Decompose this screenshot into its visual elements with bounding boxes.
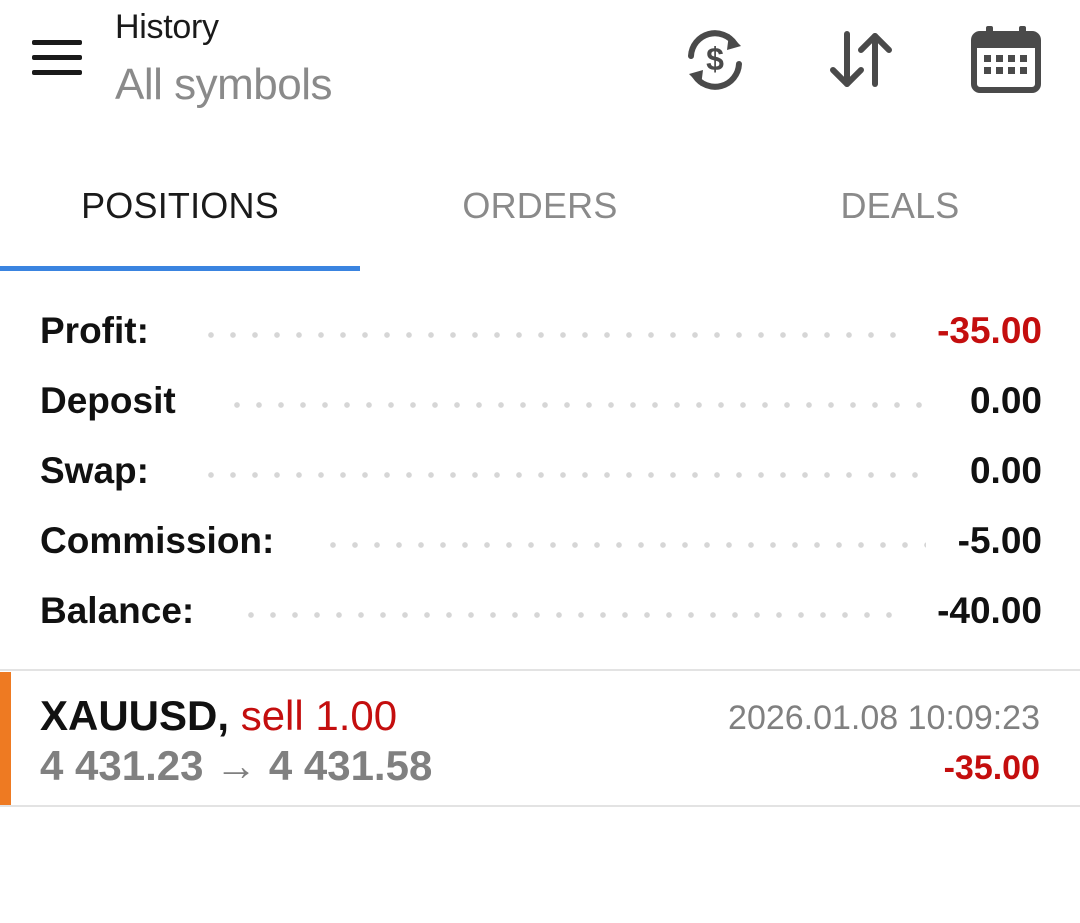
dotted-leader — [322, 541, 926, 549]
currency-exchange-icon[interactable]: $ — [677, 22, 753, 98]
page-title: History — [115, 8, 219, 46]
summary-label: Deposit — [40, 371, 182, 431]
dotted-leader — [200, 331, 902, 339]
position-side: sell 1.00 — [240, 692, 398, 739]
summary-row-commission: Commission: -5.00 — [40, 511, 1042, 571]
dotted-leader — [240, 611, 902, 619]
summary-row-profit: Profit: -35.00 — [40, 301, 1042, 361]
balance-value: -40.00 — [937, 590, 1042, 631]
dotted-leader — [226, 401, 932, 409]
summary-row-balance: Balance: -40.00 — [40, 581, 1042, 641]
tab-deals[interactable]: DEALS — [720, 150, 1080, 268]
summary-label: Swap: — [40, 441, 155, 501]
active-tab-indicator — [0, 266, 360, 271]
position-item[interactable]: XAUUSD, sell 1.00 4 431.23 → 4 431.58 20… — [0, 672, 1080, 806]
position-symbol: XAUUSD, — [40, 692, 230, 739]
tab-positions[interactable]: POSITIONS — [0, 150, 360, 268]
tab-bar: POSITIONS ORDERS DEALS — [0, 150, 1080, 272]
summary-label: Commission: — [40, 511, 281, 571]
tab-orders[interactable]: ORDERS — [360, 150, 720, 268]
divider — [0, 805, 1080, 807]
summary-row-deposit: Deposit 0.00 — [40, 371, 1042, 431]
summary-label: Profit: — [40, 301, 155, 361]
menu-icon[interactable] — [28, 36, 84, 80]
deposit-value: 0.00 — [969, 380, 1042, 421]
profit-value: -35.00 — [937, 310, 1042, 351]
position-prices: 4 431.23 → 4 431.58 — [40, 742, 433, 789]
sell-marker — [0, 672, 11, 806]
position-time: 2026.01.08 10:09:23 — [728, 699, 1040, 737]
summary-row-swap: Swap: 0.00 — [40, 441, 1042, 501]
summary-label: Balance: — [40, 581, 201, 641]
position-title: XAUUSD, sell 1.00 — [40, 692, 397, 740]
swap-value: 0.00 — [969, 450, 1042, 491]
position-profit: -35.00 — [943, 749, 1040, 787]
commission-value: -5.00 — [957, 520, 1042, 561]
svg-text:$: $ — [706, 41, 724, 77]
symbol-filter[interactable]: All symbols — [115, 60, 333, 110]
calendar-icon[interactable] — [968, 22, 1044, 98]
app-header: History All symbols $ — [0, 0, 1080, 130]
dotted-leader — [200, 471, 932, 479]
divider — [0, 669, 1080, 671]
sort-icon[interactable] — [823, 22, 899, 98]
